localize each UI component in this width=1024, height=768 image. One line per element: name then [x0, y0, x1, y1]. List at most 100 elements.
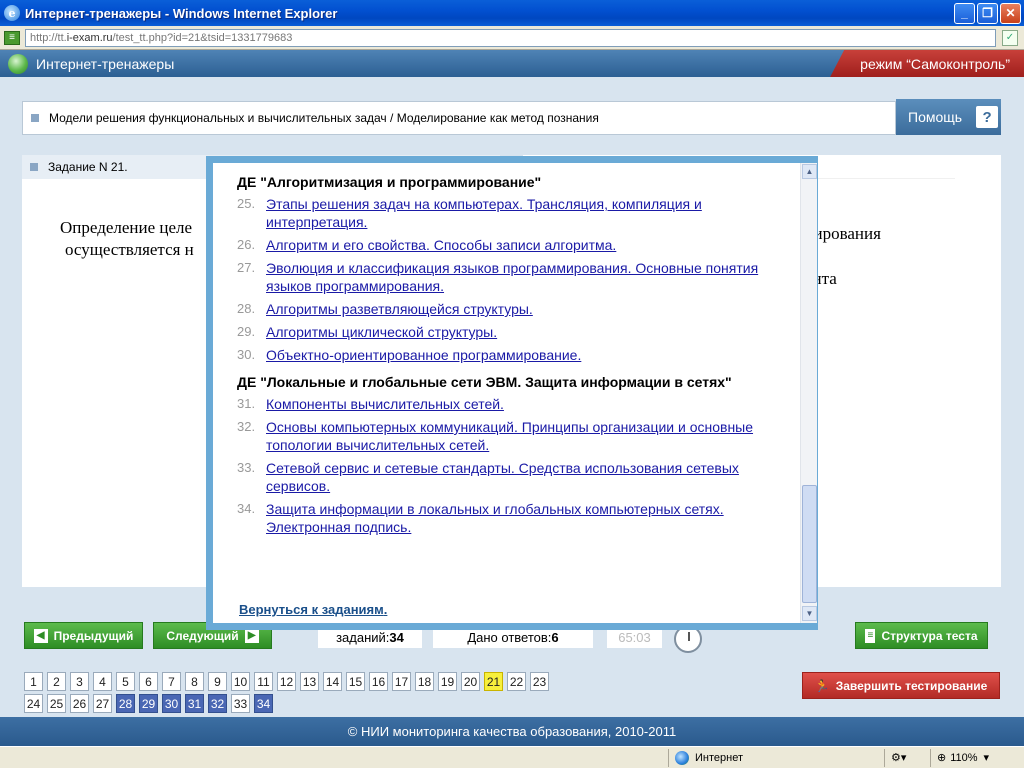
topic-link[interactable]: Компоненты вычислительных сетей.: [266, 395, 504, 413]
question-number-button[interactable]: 23: [530, 672, 549, 691]
topic-link[interactable]: Объектно-ориентированное программировани…: [266, 346, 581, 364]
app-title: Интернет-тренажеры: [36, 55, 175, 72]
question-number-button[interactable]: 14: [323, 672, 342, 691]
topic-link[interactable]: Алгоритмы циклической структуры.: [266, 323, 497, 341]
task-number: Задание N 21.: [48, 160, 128, 174]
question-number-button[interactable]: 3: [70, 672, 89, 691]
mode-badge: режим “Самоконтроль”: [830, 50, 1024, 77]
question-number-button[interactable]: 4: [93, 672, 112, 691]
topic-link[interactable]: Эволюция и классификация языков программ…: [266, 259, 787, 295]
protected-mode-icon[interactable]: ⚙▾: [884, 748, 930, 767]
topic-link[interactable]: Алгоритмы разветвляющейся структуры.: [266, 300, 533, 318]
topic-section-title: ДЕ "Алгоритмизация и программирование": [237, 174, 542, 190]
address-bar: ≡ http://tt.i-exam.ru/test_tt.php?id=21&…: [0, 26, 1024, 50]
question-number-button[interactable]: 11: [254, 672, 273, 691]
security-zone: Интернет: [668, 748, 884, 767]
topics-popup: ДЕ "Алгоритмизация и программирование" 25…: [206, 156, 818, 630]
topic-item: 32. Основы компьютерных коммуникаций. При…: [237, 418, 787, 454]
question-number-button[interactable]: 20: [461, 672, 480, 691]
zoom-level: 110%: [950, 751, 978, 764]
app-logo-icon: [8, 53, 28, 74]
test-structure-label: Структура теста: [881, 628, 978, 643]
topic-item: 25. Этапы решения задач на компьютерах. Т…: [237, 195, 787, 231]
breadcrumb: Модели решения функциональных и вычислит…: [22, 101, 896, 135]
question-number-button[interactable]: 9: [208, 672, 227, 691]
previous-label: Предыдущий: [53, 628, 134, 643]
question-number-button[interactable]: 24: [24, 694, 43, 713]
question-number-button[interactable]: 25: [47, 694, 66, 713]
topic-item: 31. Компоненты вычислительных сетей.: [237, 395, 787, 413]
question-number-button[interactable]: 28: [116, 694, 135, 713]
question-number-button[interactable]: 26: [70, 694, 89, 713]
question-number-button[interactable]: 16: [369, 672, 388, 691]
question-number-button[interactable]: 34: [254, 694, 273, 713]
arrow-left-icon: ◀: [33, 628, 48, 643]
question-grid-row: 1 2 3 4 5 6 7 8 9 10 11 12 13 14 15 16 17 18 19 20 21 22 23: [24, 672, 549, 691]
question-number-button[interactable]: 17: [392, 672, 411, 691]
topic-number: 26.: [237, 237, 256, 252]
topics-popup-body: ДЕ "Алгоритмизация и программирование" 25…: [213, 163, 817, 623]
topic-number: 31.: [237, 396, 256, 411]
next-label: Следующий: [166, 628, 239, 643]
topic-link[interactable]: Защита информации в локальных и глобальн…: [266, 500, 787, 536]
topic-number: 32.: [237, 419, 256, 434]
topic-link[interactable]: Основы компьютерных коммуникаций. Принци…: [266, 418, 787, 454]
topic-number: 25.: [237, 196, 256, 211]
topic-link[interactable]: Алгоритм и его свойства. Способы записи …: [266, 236, 616, 254]
url-prefix: http://tt.: [30, 31, 67, 44]
question-number-button[interactable]: 7: [162, 672, 181, 691]
finish-test-label: Завершить тестирование: [835, 678, 988, 693]
topic-link[interactable]: Этапы решения задач на компьютерах. Тран…: [266, 195, 787, 231]
window-titlebar: e Интернет-тренажеры - Windows Internet …: [0, 0, 1024, 26]
minimize-button[interactable]: _: [954, 2, 975, 24]
finish-test-button[interactable]: 🏃 Завершить тестирование: [802, 672, 1000, 699]
previous-button[interactable]: ◀ Предыдущий: [24, 622, 143, 649]
topic-item: 28. Алгоритмы разветвляющейся структуры.: [237, 300, 787, 318]
scroll-thumb[interactable]: [802, 485, 817, 603]
question-number-button[interactable]: 10: [231, 672, 250, 691]
question-mark-icon: ?: [976, 106, 999, 128]
question-number-button[interactable]: 21: [484, 672, 503, 691]
question-number-button[interactable]: 29: [139, 694, 158, 713]
scroll-up-icon[interactable]: ▲: [802, 164, 817, 179]
question-number-button[interactable]: 22: [507, 672, 526, 691]
back-to-tasks-tail: .: [383, 602, 388, 617]
url-host: i-exam.ru: [66, 31, 113, 44]
question-number-button[interactable]: 6: [139, 672, 158, 691]
question-number-button[interactable]: 13: [300, 672, 319, 691]
close-button[interactable]: ✕: [1000, 2, 1021, 24]
question-number-button[interactable]: 31: [185, 694, 204, 713]
tasks-count-label: заданий:: [336, 629, 390, 645]
question-number-button[interactable]: 27: [93, 694, 112, 713]
question-number-button[interactable]: 1: [24, 672, 43, 691]
question-grid: 1 2 3 4 5 6 7 8 9 10 11 12 13 14 15 16 17 18 19 20 21 22 23 24…: [24, 672, 549, 716]
tasks-count-value: 34: [389, 629, 404, 645]
back-to-tasks-label: Вернуться к заданиям: [239, 602, 384, 617]
arrow-right-icon: ▶: [244, 628, 259, 643]
answers-count-label: Дано ответов:: [467, 629, 552, 645]
scroll-down-icon[interactable]: ▼: [802, 606, 817, 621]
topics-list: ДЕ "Алгоритмизация и программирование" 25…: [237, 173, 787, 541]
url-field[interactable]: http://tt.i-exam.ru/test_tt.php?id=21&ts…: [25, 28, 996, 47]
question-number-button[interactable]: 12: [277, 672, 296, 691]
maximize-button[interactable]: ❐: [977, 2, 998, 24]
topic-link[interactable]: Сетевой сервис и сетевые стандарты. Сред…: [266, 459, 787, 495]
topic-section-title: ДЕ "Локальные и глобальные сети ЭВМ. Защ…: [237, 374, 732, 390]
question-number-button[interactable]: 15: [346, 672, 365, 691]
test-structure-button[interactable]: ≡ Структура теста: [855, 622, 988, 649]
question-number-button[interactable]: 19: [438, 672, 457, 691]
question-number-button[interactable]: 33: [231, 694, 250, 713]
question-number-button[interactable]: 32: [208, 694, 227, 713]
question-number-button[interactable]: 5: [116, 672, 135, 691]
question-number-button[interactable]: 18: [415, 672, 434, 691]
question-number-button[interactable]: 2: [47, 672, 66, 691]
zoom-control[interactable]: ⊕ 110% ▾: [930, 748, 1024, 767]
question-number-button[interactable]: 8: [185, 672, 204, 691]
list-icon: ≡: [865, 628, 876, 643]
breadcrumb-text: Модели решения функциональных и вычислит…: [49, 111, 599, 125]
popup-scrollbar[interactable]: ▲ ▼: [800, 163, 817, 623]
question-number-button[interactable]: 30: [162, 694, 181, 713]
help-button[interactable]: Помощь ?: [896, 99, 1001, 135]
back-to-tasks-link[interactable]: Вернуться к заданиям.: [239, 602, 387, 617]
security-report-icon[interactable]: ✓: [1002, 29, 1018, 46]
